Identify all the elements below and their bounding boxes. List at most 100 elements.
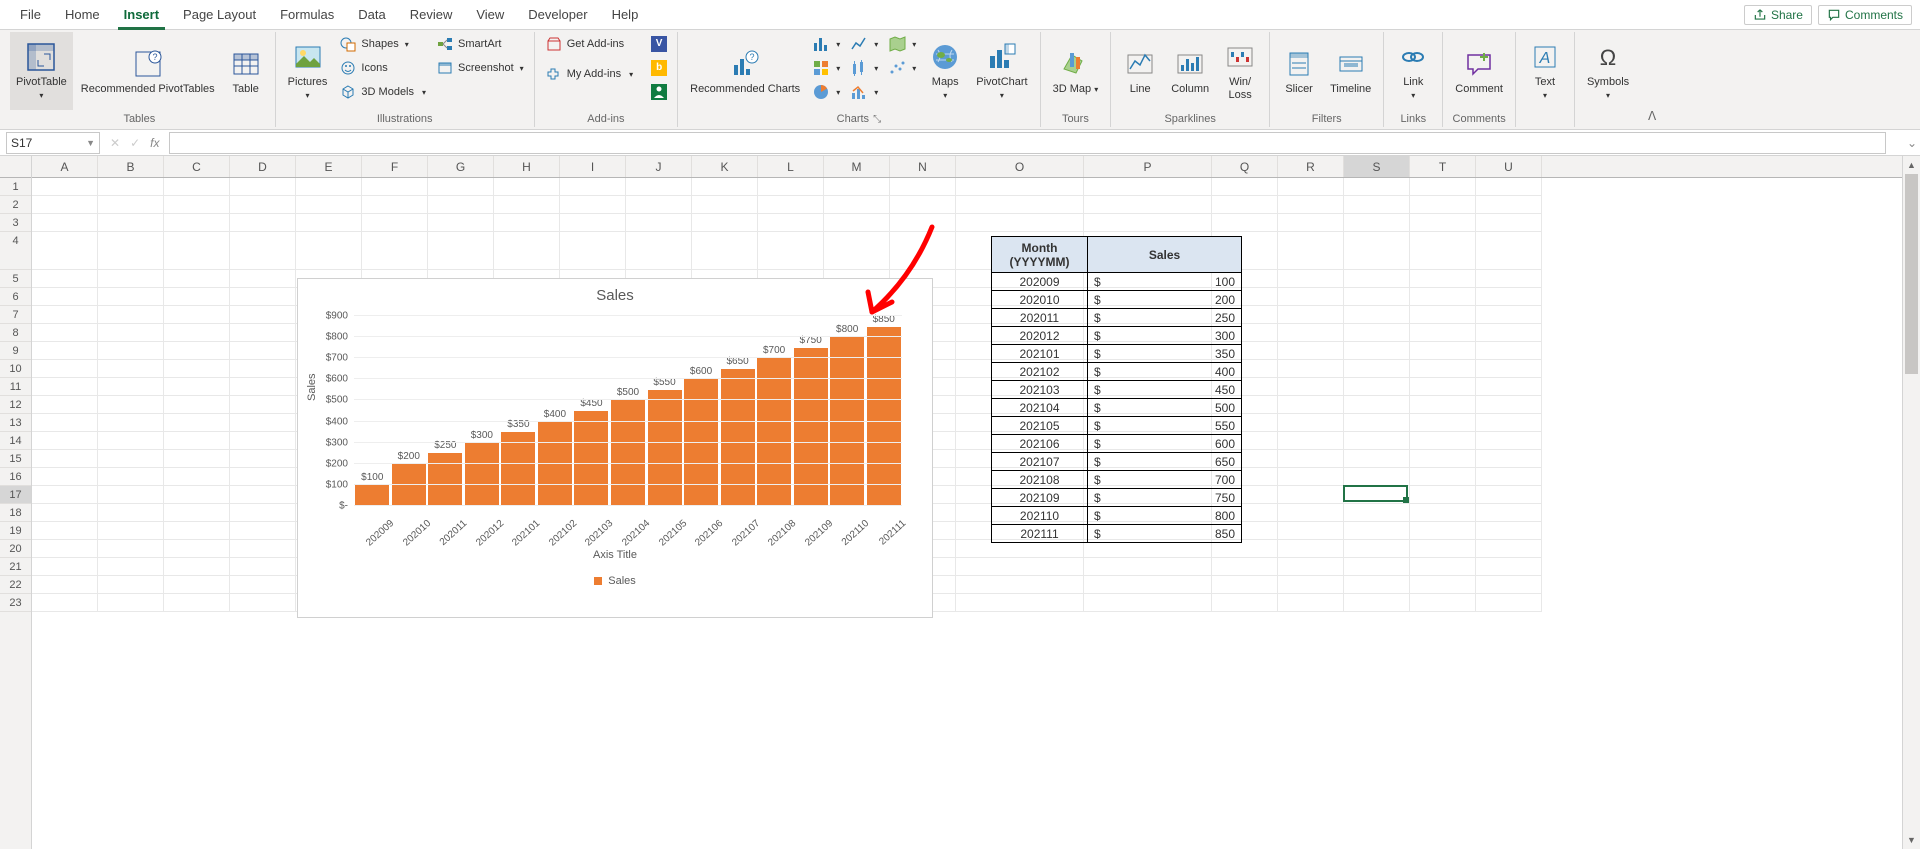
chart-bar[interactable]: $100 xyxy=(355,472,389,506)
text-button[interactable]: AText▾ xyxy=(1522,32,1568,110)
table-row[interactable]: 202104$500 xyxy=(992,399,1242,417)
maps-button[interactable]: Maps▾ xyxy=(922,32,968,110)
table-row[interactable]: 202103$450 xyxy=(992,381,1242,399)
table-row[interactable]: 202109$750 xyxy=(992,489,1242,507)
table-row[interactable]: 202111$850 xyxy=(992,525,1242,543)
col-header-S[interactable]: S xyxy=(1344,156,1410,177)
data-table[interactable]: Month (YYYYMM) Sales 202009$100202010$20… xyxy=(991,236,1242,543)
row-header-12[interactable]: 12 xyxy=(0,396,31,414)
chart-bar[interactable]: $250 xyxy=(428,440,462,506)
chart-bar[interactable]: $700 xyxy=(757,345,791,506)
people-addin-button[interactable] xyxy=(647,80,671,104)
enter-icon[interactable]: ✓ xyxy=(130,136,140,150)
table-row[interactable]: 202107$650 xyxy=(992,453,1242,471)
row-header-5[interactable]: 5 xyxy=(0,270,31,288)
chart-object[interactable]: Sales Sales $100$200$250$300$350$400$450… xyxy=(297,278,933,618)
charts-launcher-icon[interactable]: ⤡ xyxy=(873,114,881,125)
col-header-O[interactable]: O xyxy=(956,156,1084,177)
row-header-23[interactable]: 23 xyxy=(0,594,31,612)
chart-bar[interactable]: $450 xyxy=(574,398,608,506)
table-row[interactable]: 202106$600 xyxy=(992,435,1242,453)
table-row[interactable]: 202009$100 xyxy=(992,273,1242,291)
tab-formulas[interactable]: Formulas xyxy=(268,0,346,30)
row-header-10[interactable]: 10 xyxy=(0,360,31,378)
row-header-13[interactable]: 13 xyxy=(0,414,31,432)
scroll-down-button[interactable]: ▼ xyxy=(1903,831,1920,849)
grid[interactable]: ABCDEFGHIJKLMNOPQRSTU Sales Sales $100$2… xyxy=(32,156,1902,849)
col-header-R[interactable]: R xyxy=(1278,156,1344,177)
scroll-thumb[interactable] xyxy=(1905,174,1918,374)
col-header-H[interactable]: H xyxy=(494,156,560,177)
map-chart-button[interactable]: ▾ xyxy=(884,32,920,56)
col-header-U[interactable]: U xyxy=(1476,156,1542,177)
spark-wl-button[interactable]: Win/ Loss xyxy=(1217,32,1263,110)
row-header-1[interactable]: 1 xyxy=(0,178,31,196)
share-button[interactable]: Share xyxy=(1744,5,1812,25)
table-row[interactable]: 202102$400 xyxy=(992,363,1242,381)
spark-line-button[interactable]: Line xyxy=(1117,32,1163,110)
row-header-22[interactable]: 22 xyxy=(0,576,31,594)
col-header-B[interactable]: B xyxy=(98,156,164,177)
row-header-2[interactable]: 2 xyxy=(0,196,31,214)
vertical-scrollbar[interactable]: ▲ ▼ xyxy=(1902,156,1920,849)
table-row[interactable]: 202110$800 xyxy=(992,507,1242,525)
row-header-7[interactable]: 7 xyxy=(0,306,31,324)
screenshot-button[interactable]: Screenshot▾ xyxy=(432,56,528,80)
table-row[interactable]: 202011$250 xyxy=(992,309,1242,327)
row-header-21[interactable]: 21 xyxy=(0,558,31,576)
table-row[interactable]: 202105$550 xyxy=(992,417,1242,435)
link-button[interactable]: Link▾ xyxy=(1390,32,1436,110)
tab-insert[interactable]: Insert xyxy=(112,0,171,30)
col-header-P[interactable]: P xyxy=(1084,156,1212,177)
row-header-4[interactable]: 4 xyxy=(0,232,31,270)
combo-chart-button[interactable]: ▾ xyxy=(846,80,882,104)
row-header-15[interactable]: 15 xyxy=(0,450,31,468)
hierarchy-chart-button[interactable]: ▾ xyxy=(808,56,844,80)
name-box[interactable]: S17▼ xyxy=(6,132,100,154)
tab-data[interactable]: Data xyxy=(346,0,397,30)
chart-bar[interactable]: $800 xyxy=(830,324,864,506)
formula-input[interactable] xyxy=(169,132,1886,154)
my-addins-button[interactable]: My Add-ins▾ xyxy=(541,62,637,86)
col-header-I[interactable]: I xyxy=(560,156,626,177)
slicer-button[interactable]: Slicer xyxy=(1276,32,1322,110)
pie-chart-button[interactable]: ▾ xyxy=(808,80,844,104)
visio-addin-button[interactable]: V xyxy=(647,32,671,56)
column-chart-button[interactable]: ▾ xyxy=(808,32,844,56)
col-header-J[interactable]: J xyxy=(626,156,692,177)
table-row[interactable]: 202010$200 xyxy=(992,291,1242,309)
col-header-A[interactable]: A xyxy=(32,156,98,177)
get-addins-button[interactable]: Get Add-ins xyxy=(541,32,637,56)
pictures-button[interactable]: Pictures▾ xyxy=(282,32,334,110)
col-header-T[interactable]: T xyxy=(1410,156,1476,177)
smartart-button[interactable]: SmartArt xyxy=(432,32,528,56)
col-header-Q[interactable]: Q xyxy=(1212,156,1278,177)
col-header-M[interactable]: M xyxy=(824,156,890,177)
3dmap-button[interactable]: 3D Map ▾ xyxy=(1047,32,1105,110)
col-header-N[interactable]: N xyxy=(890,156,956,177)
tab-view[interactable]: View xyxy=(464,0,516,30)
col-header-E[interactable]: E xyxy=(296,156,362,177)
row-header-19[interactable]: 19 xyxy=(0,522,31,540)
row-header-9[interactable]: 9 xyxy=(0,342,31,360)
statistic-chart-button[interactable]: ▾ xyxy=(846,56,882,80)
row-header-18[interactable]: 18 xyxy=(0,504,31,522)
row-header-14[interactable]: 14 xyxy=(0,432,31,450)
col-header-G[interactable]: G xyxy=(428,156,494,177)
shapes-button[interactable]: Shapes▾ xyxy=(335,32,430,56)
tab-file[interactable]: File xyxy=(8,0,53,30)
row-header-16[interactable]: 16 xyxy=(0,468,31,486)
spark-col-button[interactable]: Column xyxy=(1165,32,1215,110)
row-header-6[interactable]: 6 xyxy=(0,288,31,306)
bing-addin-button[interactable]: b xyxy=(647,56,671,80)
tab-developer[interactable]: Developer xyxy=(516,0,599,30)
col-header-F[interactable]: F xyxy=(362,156,428,177)
scroll-up-button[interactable]: ▲ xyxy=(1903,156,1920,174)
scatter-chart-button[interactable]: ▾ xyxy=(884,56,920,80)
row-header-11[interactable]: 11 xyxy=(0,378,31,396)
tab-help[interactable]: Help xyxy=(600,0,651,30)
chart-bar[interactable]: $400 xyxy=(538,409,572,506)
col-header-L[interactable]: L xyxy=(758,156,824,177)
chart-bar[interactable]: $500 xyxy=(611,387,645,506)
pivotchart-button[interactable]: PivotChart▾ xyxy=(970,32,1033,110)
